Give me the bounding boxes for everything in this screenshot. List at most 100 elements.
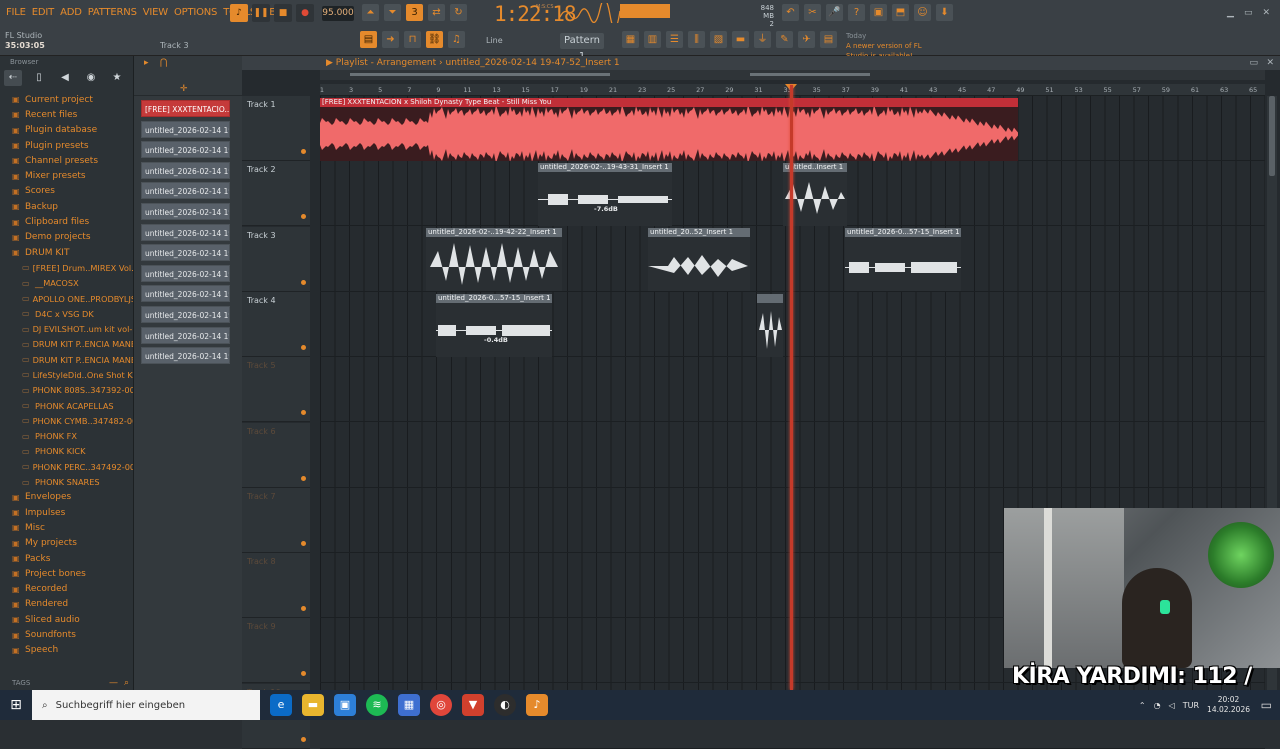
browser-item[interactable]: ▭ PHONK SNARES (0, 474, 133, 489)
browser-item[interactable]: ▣ Plugin presets (0, 138, 133, 153)
browser-item[interactable]: ▣ Packs (0, 551, 133, 566)
magnet-small-icon[interactable]: ⋂ (160, 58, 167, 68)
search-icon[interactable]: ⌕ (124, 678, 129, 688)
picker-clip[interactable]: untitled_2026-02-14 19-... (141, 347, 230, 365)
channel-rack-icon[interactable]: ▥ (644, 31, 661, 48)
browser-item[interactable]: ▣ Recorded (0, 582, 133, 597)
menu-file[interactable]: FILE (6, 7, 26, 18)
browser-item[interactable]: ▣ Sliced audio (0, 612, 133, 627)
audio-clip[interactable]: untitled_2026-02-..19-43-31_Insert 1 -7.… (538, 163, 672, 226)
piano-roll-icon[interactable]: ▦ (622, 31, 639, 48)
tempo-icon[interactable]: ✈ (798, 31, 815, 48)
shop-icon[interactable]: ▤ (820, 31, 837, 48)
mixer-icon[interactable]: ☰ (666, 31, 683, 48)
taskbar-search[interactable]: ⌕ Suchbegriff hier eingeben (32, 690, 260, 720)
audio-clip[interactable]: untitled_20..52_Insert 1 (648, 228, 750, 291)
stop-button[interactable]: ■ (274, 4, 292, 22)
stamp-icon[interactable]: ♫ (448, 31, 465, 48)
browser-item[interactable]: ▣ Demo projects (0, 230, 133, 245)
volume-icon[interactable]: ◁ (1169, 701, 1175, 710)
browser-item[interactable]: ▭ D4C x VSG DK (0, 306, 133, 321)
speaker-icon[interactable]: ◀ (56, 70, 74, 86)
edge-icon[interactable]: e (270, 694, 292, 716)
metronome-icon[interactable]: ⏶ (362, 4, 379, 21)
browser-item[interactable]: ▣ Impulses (0, 505, 133, 520)
audio-clip[interactable] (757, 294, 783, 357)
browser-item[interactable]: ▭ PHONK FX (0, 429, 133, 444)
track-mute-indicator[interactable] (301, 410, 306, 416)
browser-item[interactable]: ▣ Backup (0, 199, 133, 214)
calculator-icon[interactable]: ▦ (398, 694, 420, 716)
browser-item[interactable]: ▣ Clipboard files (0, 214, 133, 229)
picker-clip[interactable]: untitled_2026-02-14 19-... (141, 161, 230, 179)
picker-clip[interactable]: untitled_2026-02-14 19-... (141, 264, 230, 282)
brave-icon[interactable]: ▼ (462, 694, 484, 716)
browser-item[interactable]: ▣ Envelopes (0, 490, 133, 505)
chrome-icon[interactable]: ◎ (430, 694, 452, 716)
track-header[interactable]: Track 6 (242, 422, 310, 488)
mic-icon[interactable]: 🎤 (826, 4, 843, 21)
browser-item[interactable]: ▣ Channel presets (0, 153, 133, 168)
loop-record-icon[interactable]: ↻ (450, 4, 467, 21)
plugin-tab-icon[interactable]: ◉ (82, 70, 100, 86)
snap-selector[interactable]: Line (486, 36, 503, 45)
track-header[interactable]: Track 7 (242, 487, 310, 553)
browser-item[interactable]: ▣ Recent files (0, 107, 133, 122)
download-icon[interactable]: ⬇ (936, 4, 953, 21)
file-icon[interactable]: ▯ (30, 70, 48, 86)
plugin-icon[interactable]: ⏚ (754, 31, 771, 48)
magnet-icon[interactable]: ⊓ (404, 31, 421, 48)
chat-icon[interactable]: ☺ (914, 4, 931, 21)
network-icon[interactable]: ◔ (1154, 701, 1161, 710)
track-mute-indicator[interactable] (301, 344, 306, 350)
menu-add[interactable]: ADD (60, 7, 82, 18)
explorer-icon[interactable]: ▬ (302, 694, 324, 716)
browser-item[interactable]: ▭ LifeStyleDid..One Shot Kit) (0, 367, 133, 382)
taskbar-clock[interactable]: 20:02 14.02.2026 (1207, 695, 1250, 715)
star-icon[interactable]: ★ (108, 70, 126, 86)
arrow-icon[interactable]: ➜ (382, 31, 399, 48)
blend-icon[interactable]: ⇄ (428, 4, 445, 21)
render-icon[interactable]: ⬒ (892, 4, 909, 21)
browser-item[interactable]: ▭ PHONK CYMB..347482-001 (0, 413, 133, 428)
browser-item[interactable]: ▣ Scores (0, 184, 133, 199)
picker-clip[interactable]: untitled_2026-02-14 19-... (141, 120, 230, 138)
browser-item[interactable]: ▣ DRUM KIT (0, 245, 133, 260)
wait-icon[interactable]: ⏷ (384, 4, 401, 21)
tempo-display[interactable]: 95.000 (322, 6, 354, 21)
picker-clip[interactable]: untitled_2026-02-14 19-... (141, 326, 230, 344)
track-mute-indicator[interactable] (301, 475, 306, 481)
browser-item[interactable]: ▣ Mixer presets (0, 168, 133, 183)
playlist-max-icon[interactable]: ▭ (1249, 56, 1258, 70)
arrow-left-icon[interactable]: ▸ (144, 58, 149, 68)
menu-edit[interactable]: EDIT (32, 7, 54, 18)
menu-view[interactable]: VIEW (143, 7, 168, 18)
track-header[interactable]: Track 2 (242, 161, 310, 227)
track-mute-indicator[interactable] (301, 606, 306, 612)
browser-item[interactable]: ▣ Speech (0, 643, 133, 658)
touch-icon[interactable]: ✎ (776, 31, 793, 48)
browser-item[interactable]: ▭ PHONK 808S..347392-001 (0, 383, 133, 398)
browser-item[interactable]: ▭ PHONK ACAPELLAS (0, 398, 133, 413)
picker-clip[interactable]: untitled_2026-02-14 19-... (141, 285, 230, 303)
browser-item[interactable]: ▭ DRUM KIT P..ENCIA MANE (0, 337, 133, 352)
track-mute-indicator[interactable] (301, 214, 306, 220)
audio-clip[interactable]: untitled_2026-02-..19-42-22_Insert 1 (426, 228, 562, 291)
picker-clip[interactable]: untitled_2026-02-14 19-... (141, 203, 230, 220)
pattern-selector[interactable]: Pattern 1 (560, 33, 604, 62)
playlist-icon[interactable]: ▤ (360, 31, 377, 48)
track-mute-indicator[interactable] (301, 149, 306, 154)
browser-item[interactable]: ▭ APOLLO ONE..PRODBYLJS (0, 291, 133, 306)
folder-icon[interactable]: ▬ (732, 31, 749, 48)
browser-item[interactable]: ▣ Soundfonts (0, 627, 133, 642)
picker-clip[interactable]: untitled_2026-02-14 19-... (141, 182, 230, 200)
link-icon[interactable]: ⛓ (426, 31, 443, 48)
track-header[interactable]: Track 5 (242, 357, 310, 423)
track-mute-indicator[interactable] (301, 736, 306, 742)
undo-icon[interactable]: ↶ (782, 4, 799, 21)
restore-icon[interactable]: ▭ (1244, 8, 1253, 18)
picker-clip[interactable]: untitled_2026-02-14 19-... (141, 306, 230, 323)
countdown-icon[interactable]: 3 (406, 4, 423, 21)
chevron-up-icon[interactable]: ⌃ (1139, 701, 1146, 710)
add-icon[interactable]: ✛ (180, 84, 188, 94)
